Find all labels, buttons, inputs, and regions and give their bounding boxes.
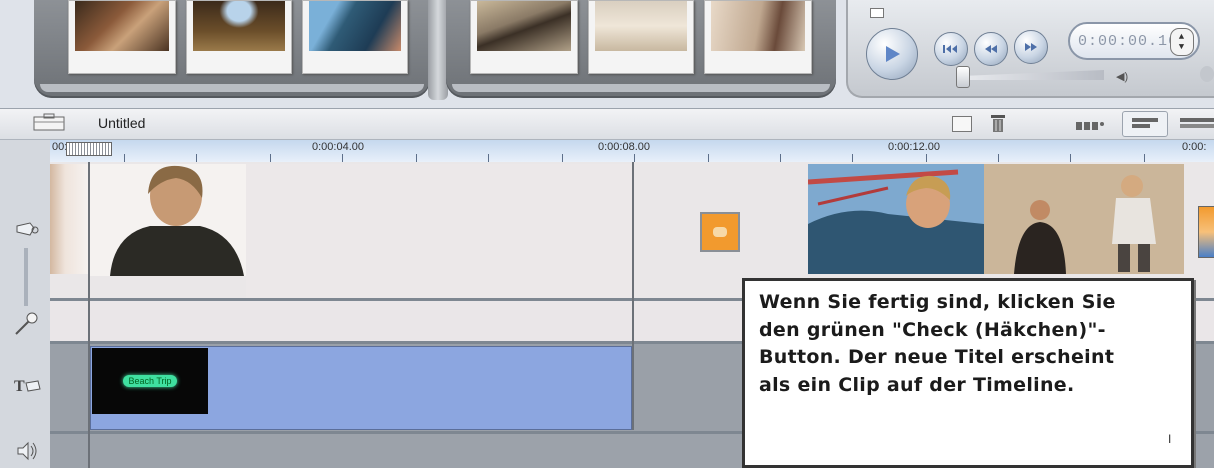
play-button[interactable] (866, 28, 918, 80)
video-clip-body[interactable] (246, 164, 632, 298)
speaker-icon[interactable]: ◀) (1116, 70, 1128, 83)
title-clip-thumbnail[interactable]: Beach Trip (92, 348, 208, 414)
ruler-tick (1144, 154, 1145, 162)
transition-icon-edge[interactable] (1198, 206, 1214, 258)
album-thumb-5[interactable] (588, 0, 694, 74)
player-corner-icon (870, 8, 884, 18)
album-thumb-4[interactable] (470, 0, 578, 74)
tooltip-text: Wenn Sie fertig sind, klicken Sie den gr… (759, 291, 1116, 396)
stepper-down[interactable]: ▼ (1179, 42, 1185, 52)
ruler-tick (634, 154, 635, 162)
ruler-label-16s: 0:00: (1182, 141, 1207, 153)
clip-properties-icon[interactable] (952, 116, 972, 132)
go-to-start-button[interactable] (934, 32, 968, 66)
ruler-tick (342, 154, 343, 162)
ruler-tick (708, 154, 709, 162)
timecode-value: 0:00:00.16 (1078, 32, 1179, 50)
scrub-slider-handle[interactable] (956, 66, 970, 88)
rewind-button[interactable] (974, 32, 1008, 66)
text-view-icon[interactable] (1180, 117, 1214, 129)
tooltip-corner-mark: I (1168, 432, 1172, 446)
rewind-icon (985, 45, 997, 53)
title-clip-label: Beach Trip (123, 375, 177, 387)
ruler-label-4s: 0:00:04.00 (312, 141, 364, 153)
trash-icon[interactable] (990, 113, 1006, 133)
tutorial-tooltip: Wenn Sie fertig sind, klicken Sie den gr… (742, 278, 1194, 468)
timecode-field[interactable]: 0:00:00.16 ▲ ▼ (1068, 22, 1200, 60)
album-thumb-2[interactable] (186, 0, 292, 74)
transition-icon[interactable] (700, 212, 740, 252)
ruler-tick (196, 154, 197, 162)
fast-forward-icon (1025, 43, 1037, 51)
album-thumb-3[interactable] (302, 0, 408, 74)
video-clip-thumbnail[interactable] (90, 164, 246, 276)
video-clip-partial[interactable] (50, 164, 88, 274)
album-spine (428, 0, 448, 100)
ruler-tick (998, 154, 999, 162)
ruler-tick (488, 154, 489, 162)
project-toolbar (0, 108, 1214, 140)
video-clip-plane[interactable] (807, 164, 984, 274)
player-edge-knob (1200, 66, 1214, 82)
clip-plane-image (807, 164, 984, 274)
track-separator (24, 248, 28, 306)
ruler-tick (270, 154, 271, 162)
album-thumb-1[interactable] (68, 0, 176, 74)
clip-boundary (632, 162, 634, 430)
ruler-start-label: 00: (52, 141, 68, 153)
album-thumb-6[interactable] (704, 0, 812, 74)
title-track-icon[interactable]: T (14, 375, 42, 397)
microphone-icon[interactable] (12, 310, 40, 338)
ruler-label-12s: 0:00:12.00 (888, 141, 940, 153)
ruler-tick (852, 154, 853, 162)
svg-text:T: T (14, 378, 25, 395)
fast-forward-button[interactable] (1014, 30, 1048, 64)
clip-person-image (90, 164, 246, 276)
skip-start-icon (943, 45, 957, 53)
ruler-tick (780, 154, 781, 162)
timecode-stepper[interactable]: ▲ ▼ (1170, 28, 1194, 56)
stepper-up[interactable]: ▲ (1179, 32, 1185, 42)
briefcase-icon[interactable] (32, 113, 66, 131)
ruler-tick (562, 154, 563, 162)
transition-glyph (713, 227, 727, 237)
clip-beach-image (984, 164, 1184, 274)
project-title: Untitled (98, 115, 146, 131)
timeline-view-icon (1132, 118, 1158, 128)
timeline-scrubber[interactable] (66, 142, 112, 156)
ruler-tick (416, 154, 417, 162)
timeline-view-button[interactable] (1122, 111, 1168, 137)
ruler-tick (926, 154, 927, 162)
ruler-tick (124, 154, 125, 162)
ruler-tick (1070, 154, 1071, 162)
play-icon (886, 46, 900, 62)
camera-icon[interactable] (14, 220, 40, 240)
video-clip-beach[interactable] (984, 164, 1184, 274)
storyboard-view-icon[interactable] (1076, 118, 1106, 130)
speaker-track-icon[interactable] (16, 440, 40, 462)
ruler-label-8s: 0:00:08.00 (598, 141, 650, 153)
